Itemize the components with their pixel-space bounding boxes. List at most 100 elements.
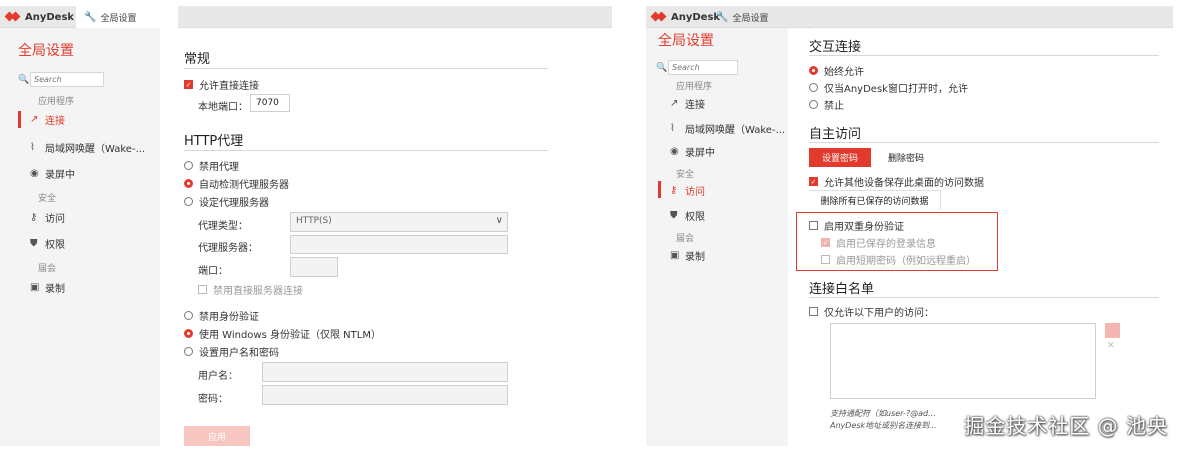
record-dot-icon: ◉ [670, 146, 679, 157]
proxy-auto-radio[interactable]: 自动检测代理服务器 [184, 176, 289, 191]
radio-label: 设定代理服务器 [199, 198, 269, 209]
checkbox-label: 启用双重身份验证 [824, 222, 904, 233]
sidebar-item-connection[interactable]: ↗ 连接 [30, 112, 65, 127]
section-title-general: 常规 [184, 52, 211, 67]
disable-direct-checkbox[interactable]: 禁用直接服务器连接 [198, 282, 303, 297]
sidebar-item-label: 权限 [45, 240, 65, 251]
settings-window-connection: AnyDesk 🔧 全局设置 全局设置 🔍 应用程序 ↗ 连接 ⌇ 局域网唤醒（… [0, 6, 612, 446]
play-box-icon: ▣ [670, 250, 680, 261]
active-indicator [658, 181, 661, 198]
sidebar-item-label: 录屏中 [45, 170, 75, 181]
sidebar-group-security: 安全 [676, 170, 695, 180]
radio-label: 禁止 [824, 101, 844, 112]
sidebar: 全局设置 🔍 应用程序 ↗ 连接 ⌇ 局域网唤醒（Wake-... ◉ 录屏中 … [646, 28, 788, 446]
password-input[interactable] [262, 385, 508, 405]
username-input[interactable] [262, 362, 508, 382]
wrench-icon: 🔧 [84, 11, 97, 23]
interactive-disable-radio[interactable]: 禁止 [809, 97, 844, 112]
divider [809, 142, 1159, 143]
radio-off-icon [184, 161, 193, 170]
checkbox-label: 仅允许以下用户的访问： [824, 308, 934, 319]
checkbox-unchecked-icon [821, 255, 830, 264]
sidebar-item-access[interactable]: ⚷ 访问 [670, 183, 705, 198]
watermark: 掘金技术社区 @ 池央 [964, 414, 1168, 438]
enable-2fa-checkbox[interactable]: 启用双重身份验证 [809, 218, 904, 233]
checkbox-label: 启用已保存的登录信息 [836, 239, 936, 250]
allow-others-save-checkbox[interactable]: ✓ 允许其他设备保存此桌面的访问数据 [809, 174, 984, 189]
tab-global-settings[interactable]: 🔧 全局设置 [708, 6, 808, 28]
proxy-disable-radio[interactable]: 禁用代理 [184, 158, 239, 173]
shield-icon: ⛊ [670, 210, 678, 221]
anydesk-brand[interactable]: AnyDesk [6, 9, 74, 25]
delete-saved-data-button[interactable] [809, 28, 810, 29]
divider [809, 297, 1159, 298]
wrench-icon: 🔧 [716, 11, 729, 23]
sidebar-item-access[interactable]: ⚷ 访问 [30, 210, 65, 225]
sidebar-group-apps: 应用程序 [38, 97, 75, 107]
interactive-always-radio[interactable]: 始终允许 [809, 63, 864, 78]
search-input[interactable] [30, 72, 104, 87]
auth-userpass-radio[interactable]: 设置用户名和密码 [184, 344, 279, 359]
sidebar-group-security: 安全 [38, 194, 57, 204]
divider [809, 55, 1159, 56]
checkbox-checked-icon: ✓ [184, 80, 193, 89]
connection-icon: ↗ [670, 98, 679, 109]
proxy-type-select[interactable]: HTTP(S) ∨ [290, 212, 508, 232]
apply-button[interactable]: 应用 [184, 426, 250, 446]
set-password-button[interactable]: 设置密码 [809, 148, 871, 167]
tab-label: 全局设置 [732, 13, 769, 24]
whitelist-only-checkbox[interactable]: 仅允许以下用户的访问： [809, 304, 934, 319]
checkbox-checked-icon: ✓ [809, 177, 818, 186]
interactive-only-open-radio[interactable]: 仅当AnyDesk窗口打开时，允许 [809, 80, 968, 95]
delete-password-button[interactable]: 删除密码 [878, 148, 934, 167]
sidebar-item-permissions[interactable]: ⛊ 权限 [30, 236, 65, 251]
brand-name: AnyDesk [25, 11, 75, 23]
add-entry-button[interactable] [1105, 323, 1120, 338]
sidebar-item-recording[interactable]: ▣ 录制 [30, 280, 65, 295]
short-password-checkbox[interactable]: 启用短期密码（例如远程重启） [821, 252, 976, 267]
proxy-server-label: 代理服务器： [198, 243, 258, 254]
sidebar-group-session: 届会 [38, 264, 57, 274]
sidebar-item-label: 录制 [45, 284, 65, 295]
delete-saved-data-button[interactable]: 删除所有已保存的访问数据 [809, 190, 941, 210]
proxy-server-input[interactable] [290, 235, 508, 254]
proxy-port-label: 端口： [198, 266, 228, 277]
sidebar-item-recording-on[interactable]: ◉ 录屏中 [30, 166, 75, 181]
sidebar-item-label: 访问 [685, 187, 705, 198]
anydesk-logo-icon [6, 11, 20, 23]
sidebar-item-connection[interactable]: ↗ 连接 [670, 96, 705, 111]
checkbox-label: 启用短期密码（例如远程重启） [836, 256, 976, 267]
search-icon: 🔍 [656, 62, 668, 73]
sidebar-item-permissions[interactable]: ⛊ 权限 [670, 208, 705, 223]
divider [184, 68, 548, 69]
saved-login-checkbox[interactable]: ✓ 启用已保存的登录信息 [821, 235, 936, 250]
auth-disable-radio[interactable]: 禁用身份验证 [184, 308, 259, 323]
search-box: 🔍 [656, 60, 738, 75]
settings-window-access: AnyDesk 🔧 全局设置 全局设置 🔍 应用程序 ↗ 连接 ⌇ 局域网唤醒（… [646, 6, 1173, 446]
tab-label: 全局设置 [100, 13, 137, 24]
tab-global-settings[interactable]: 🔧 全局设置 [76, 6, 178, 28]
sidebar-item-wol[interactable]: ⌇ 局域网唤醒（Wake-... [30, 140, 145, 155]
sidebar-item-label: 录制 [685, 252, 705, 263]
proxy-port-input[interactable] [290, 257, 338, 277]
port-input[interactable]: 7070 [250, 94, 290, 112]
radio-on-icon [809, 66, 818, 75]
connection-icon: ↗ [30, 114, 39, 125]
search-input[interactable] [668, 60, 738, 75]
radio-label: 始终允许 [824, 67, 864, 78]
sidebar-item-wol[interactable]: ⌇ 局域网唤醒（Wake-... [670, 121, 785, 136]
checkbox-unchecked-icon [809, 221, 818, 230]
auth-windows-radio[interactable]: 使用 Windows 身份验证（仅限 NTLM） [184, 326, 381, 341]
page-title: 全局设置 [658, 33, 714, 49]
radio-label: 使用 Windows 身份验证（仅限 NTLM） [199, 330, 381, 341]
allow-direct-checkbox[interactable]: ✓ 允许直接连接 [184, 77, 259, 92]
key-icon: ⚷ [670, 185, 678, 196]
port-label: 本地端口： [198, 102, 248, 113]
sidebar-item-recording[interactable]: ▣ 录制 [670, 248, 705, 263]
whitelist-textarea[interactable] [830, 323, 1096, 399]
sidebar-item-recording-on[interactable]: ◉ 录屏中 [670, 144, 715, 159]
remove-entry-icon[interactable]: ✕ [1107, 341, 1115, 351]
sidebar: 全局设置 🔍 应用程序 ↗ 连接 ⌇ 局域网唤醒（Wake-... ◉ 录屏中 … [0, 28, 160, 446]
radio-on-icon [184, 179, 193, 188]
proxy-manual-radio[interactable]: 设定代理服务器 [184, 194, 269, 209]
